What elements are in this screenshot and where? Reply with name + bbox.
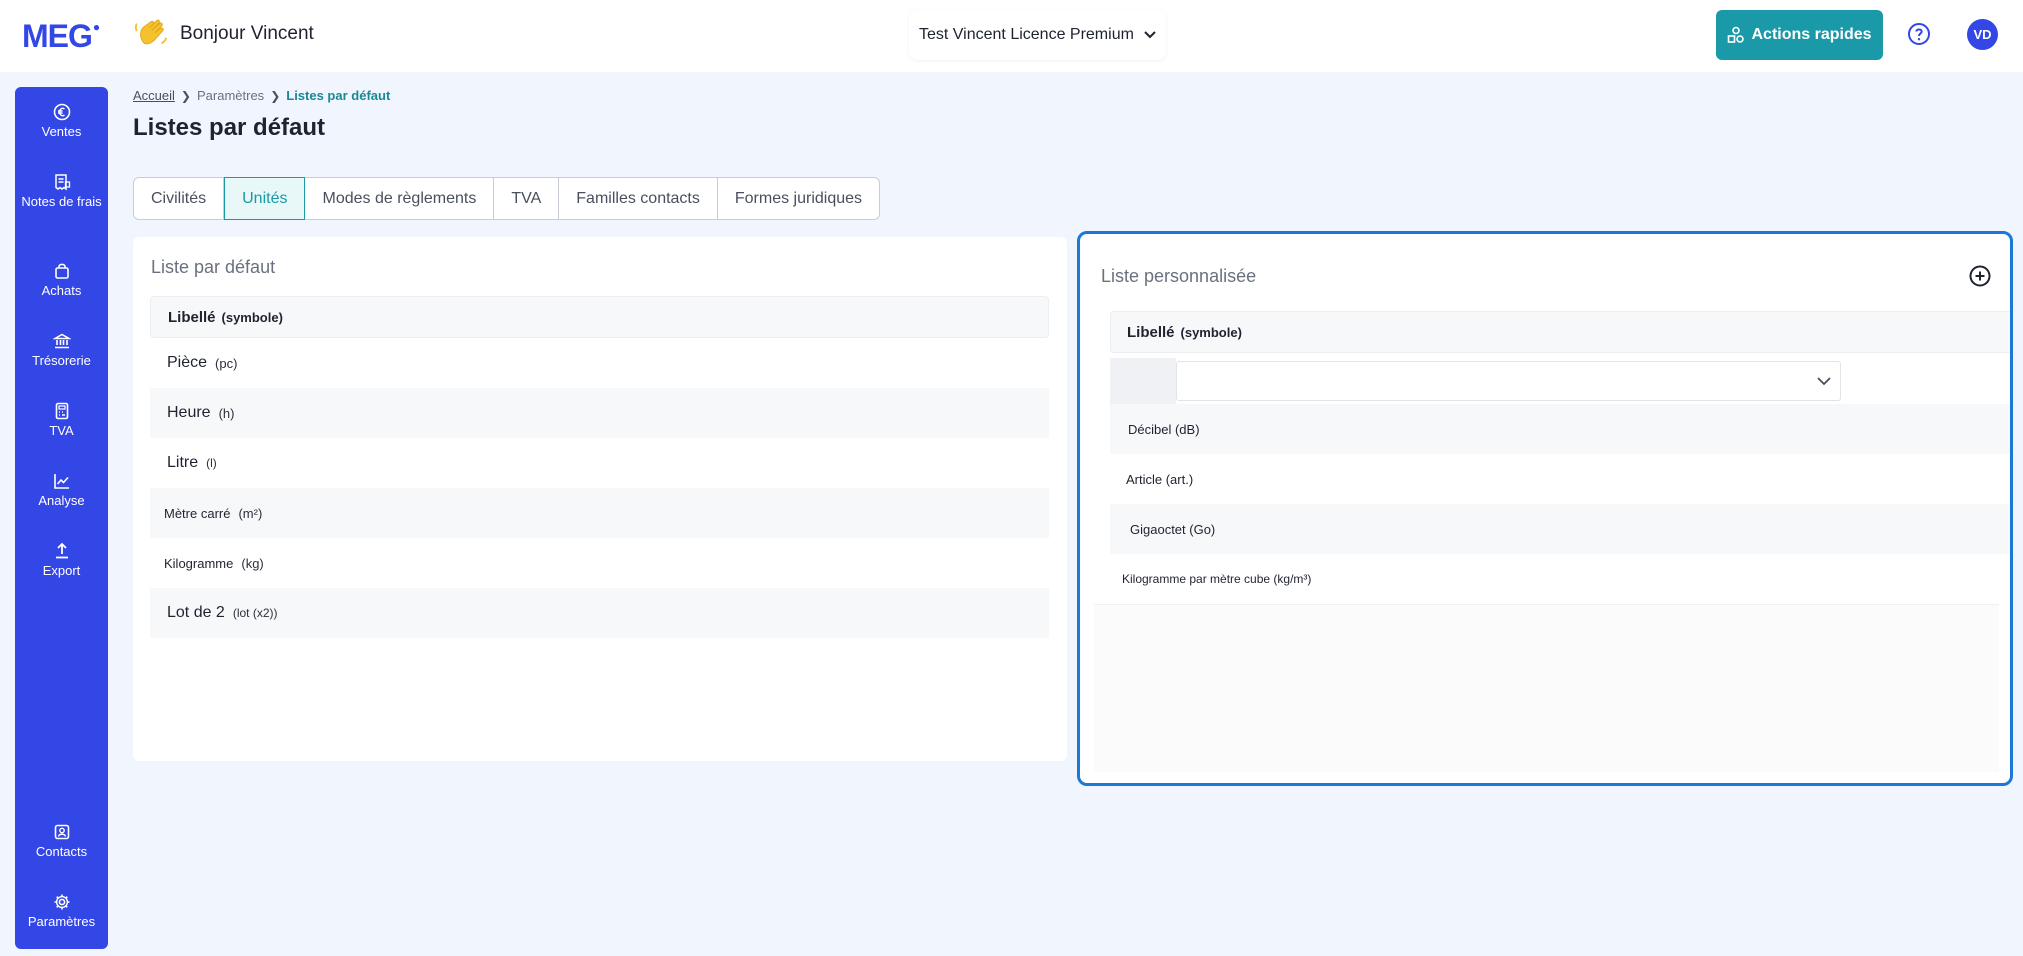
- list-item: Pièce (pc): [150, 338, 1049, 388]
- bank-icon: [52, 333, 71, 349]
- tab-familles-contacts[interactable]: Familles contacts: [559, 178, 718, 219]
- breadcrumb-parent[interactable]: Paramètres: [197, 88, 264, 103]
- unit-label: Litre: [167, 454, 199, 471]
- list-item: Gigaoctet (Go): [1110, 504, 2010, 554]
- chevron-down-icon: [1817, 377, 1831, 386]
- unit-symbol: (m²): [238, 505, 263, 521]
- sidebar-item-label: Trésorerie: [32, 353, 91, 368]
- quick-actions-label: Actions rapides: [1751, 26, 1872, 43]
- default-list-title: Liste par défaut: [151, 257, 276, 277]
- sidebar-item-ventes[interactable]: Ventes: [15, 103, 108, 140]
- shapes-icon: [1728, 26, 1745, 43]
- header-symbol: (symbole): [1180, 324, 1242, 340]
- list-item: Décibel (dB): [1110, 404, 2010, 454]
- breadcrumb-current: Listes par défaut: [286, 88, 391, 103]
- header-label: Libellé: [1127, 323, 1175, 341]
- breadcrumb-home-link[interactable]: Accueil: [133, 88, 175, 103]
- unit-label: Mètre carré: [164, 505, 231, 521]
- list-item: Kilogramme par mètre cube (kg/m³): [1100, 554, 2010, 604]
- unit-label: Pièce: [167, 354, 208, 371]
- tab-formes-juridiques[interactable]: Formes juridiques: [718, 178, 879, 219]
- sidebar-item-label: Export: [42, 563, 81, 578]
- default-list-card: Liste par défaut Libellé (symbole) Pièce…: [133, 237, 1067, 761]
- chevron-right-icon: ❯: [270, 88, 281, 103]
- sidebar-item-contacts[interactable]: Contacts: [15, 823, 108, 860]
- sidebar-item-notes-de-frais[interactable]: Notes de frais: [15, 173, 108, 210]
- sidebar-item-parametres[interactable]: Paramètres: [15, 893, 108, 930]
- sidebar-item-label: Contacts: [35, 844, 88, 859]
- chevron-right-icon: ❯: [180, 88, 191, 103]
- tab-unites[interactable]: Unités: [224, 177, 306, 220]
- unit-symbol: (pc): [215, 355, 238, 371]
- help-icon[interactable]: [1907, 22, 1931, 46]
- tab-bar: Civilités Unités Modes de règlements TVA…: [133, 177, 881, 220]
- sidebar-item-achats[interactable]: Achats: [15, 262, 108, 299]
- upload-icon: [55, 542, 68, 559]
- contact-card-icon: [54, 824, 69, 840]
- list-item: Lot de 2 (lot (x2)): [150, 588, 1049, 638]
- receipt-icon: [54, 174, 70, 191]
- chevron-down-icon: [1144, 31, 1156, 39]
- list-item: Mètre carré (m²): [150, 488, 1049, 538]
- sidebar-item-label: Notes de frais: [21, 194, 102, 209]
- greeting: Bonjour Vincent: [180, 23, 314, 44]
- sidebar-item-label: Ventes: [41, 124, 82, 139]
- sidebar-item-analyse[interactable]: Analyse: [15, 472, 108, 509]
- unit-label: Gigaoctet (Go): [1130, 521, 1216, 537]
- calculator-icon: [55, 402, 68, 420]
- gear-icon: [54, 894, 69, 910]
- header-symbol: (symbole): [221, 309, 283, 325]
- header-label: Libellé: [168, 308, 216, 326]
- unit-symbol: (h): [218, 405, 235, 421]
- unit-label: Heure: [167, 404, 211, 421]
- row-cell: [1110, 358, 1176, 404]
- sidebar-item-label: TVA: [49, 423, 74, 438]
- waving-hand-icon: [134, 19, 168, 45]
- tab-tva[interactable]: TVA: [494, 178, 560, 219]
- unit-symbol: (kg): [241, 555, 264, 571]
- unit-label: Décibel (dB): [1128, 421, 1200, 437]
- user-avatar[interactable]: VD: [1967, 19, 1998, 50]
- unit-select[interactable]: [1176, 361, 1841, 401]
- custom-list-title: Liste personnalisée: [1101, 266, 1257, 286]
- sidebar: Ventes Notes de frais Achats Trésorerie …: [15, 87, 108, 949]
- top-bar: MEG● Bonjour Vincent Test Vincent Licenc…: [0, 0, 2023, 72]
- company-name: Test Vincent Licence Premium: [919, 26, 1134, 43]
- tab-civilites[interactable]: Civilités: [134, 178, 225, 219]
- unit-symbol: (lot (x2)): [232, 606, 278, 620]
- list-item: Litre (l): [150, 438, 1049, 488]
- euro-icon: [53, 103, 70, 121]
- company-selector[interactable]: Test Vincent Licence Premium: [909, 10, 1166, 60]
- quick-actions-button[interactable]: Actions rapides: [1716, 10, 1883, 60]
- unit-symbol: (l): [206, 456, 217, 470]
- add-circle-icon[interactable]: [1968, 264, 1992, 288]
- sidebar-item-tresorerie[interactable]: Trésorerie: [15, 332, 108, 369]
- sidebar-item-export[interactable]: Export: [15, 542, 108, 579]
- list-item: Article (art.): [1110, 454, 2010, 504]
- unit-label: Lot de 2: [167, 604, 225, 621]
- sidebar-item-label: Paramètres: [27, 914, 96, 929]
- list-item: Heure (h): [150, 388, 1049, 438]
- empty-list-area: [1094, 604, 1999, 772]
- chart-line-icon: [53, 474, 69, 489]
- sidebar-item-label: Analyse: [38, 493, 85, 508]
- breadcrumb: Accueil ❯ Paramètres ❯ Listes par défaut: [133, 88, 390, 103]
- unit-label: Kilogramme: [164, 555, 234, 571]
- shopping-bag-icon: [54, 263, 69, 279]
- custom-list-header: Libellé (symbole): [1110, 311, 2010, 353]
- sidebar-item-tva[interactable]: TVA: [15, 402, 108, 439]
- list-item: Kilogramme (kg): [150, 538, 1049, 588]
- custom-list-card: Liste personnalisée Libellé (symbole) Dé…: [1077, 231, 2013, 786]
- default-list-header: Libellé (symbole): [150, 296, 1049, 338]
- unit-label: Article (art.): [1126, 471, 1194, 487]
- page-title: Listes par défaut: [133, 114, 326, 141]
- unit-label: Kilogramme par mètre cube (kg/m³): [1122, 572, 1312, 586]
- app-logo[interactable]: MEG●: [22, 18, 100, 55]
- new-unit-row: [1110, 358, 2010, 404]
- tab-modes-de-reglements[interactable]: Modes de règlements: [305, 178, 495, 219]
- sidebar-item-label: Achats: [41, 283, 82, 298]
